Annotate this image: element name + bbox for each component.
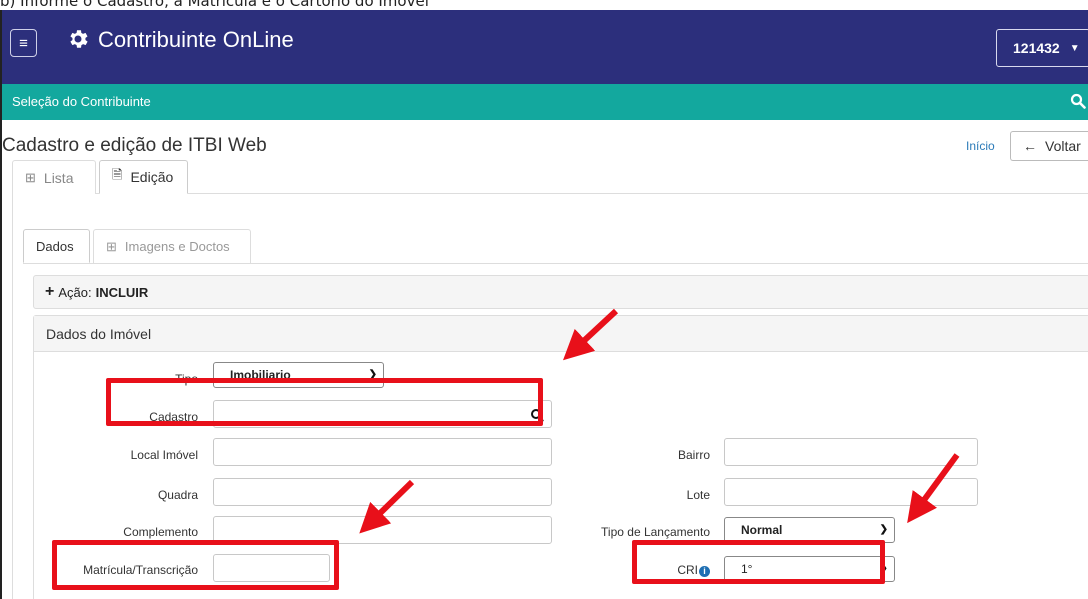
app-window: ≡ Contribuinte OnLine 121432 ▼ Seleção d… [0,10,1088,599]
arrow-to-matricula [359,479,415,534]
annotation-arrows [359,308,960,534]
arrow-to-tipo-lancamento [907,453,960,524]
instruction-caption: b) Informe o Cadastro, a Matrícula e o C… [0,0,429,10]
arrow-to-cadastro [563,308,619,361]
